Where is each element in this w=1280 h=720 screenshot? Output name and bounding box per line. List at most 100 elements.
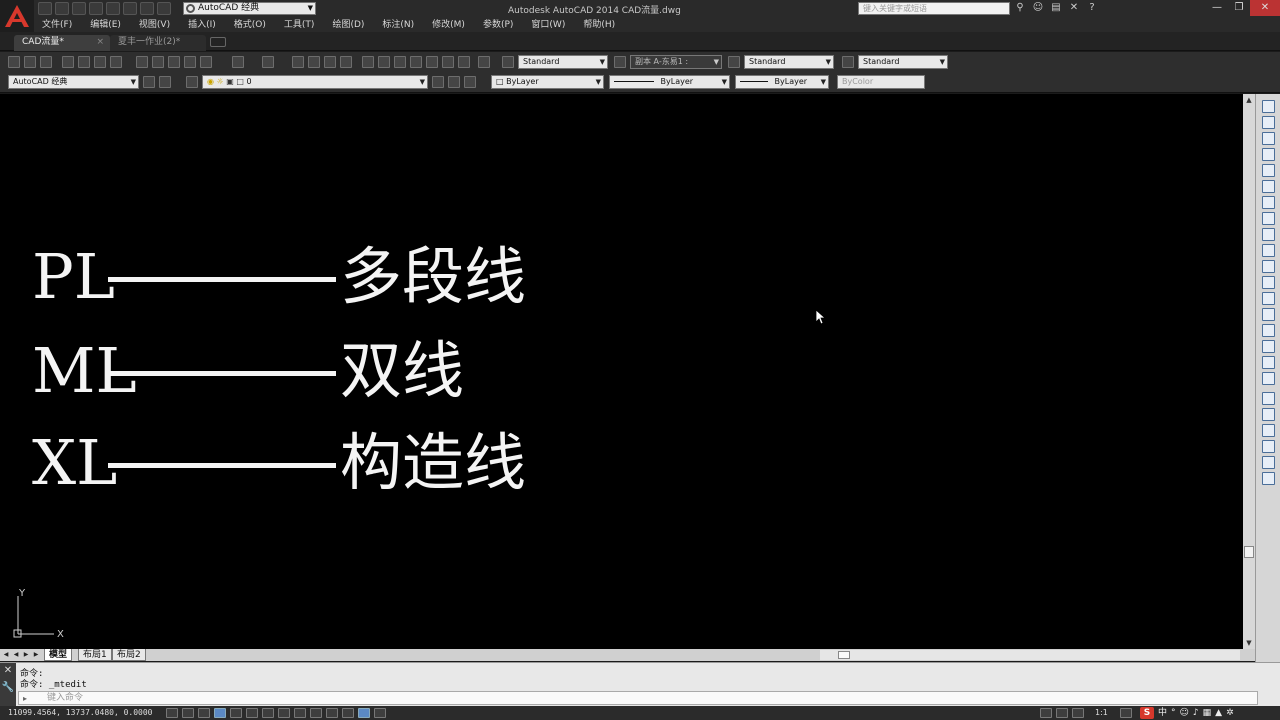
fillet-icon[interactable] (1262, 340, 1275, 353)
new-tab-icon[interactable] (210, 37, 226, 47)
help-icon[interactable]: ? (1086, 2, 1098, 14)
extend-icon[interactable] (1262, 260, 1275, 273)
text-style-icon[interactable] (502, 56, 514, 68)
drawing-canvas[interactable]: PL 多段线 ML 双线 XL 构造线 Y X (0, 94, 1243, 649)
layer-manager-icon[interactable] (186, 76, 198, 88)
scale-icon[interactable] (1262, 212, 1275, 225)
tab-layout2[interactable]: 布局2 (112, 649, 146, 661)
next-layout-icon[interactable]: ▶ (22, 650, 30, 660)
tab-layout1[interactable]: 布局1 (78, 649, 112, 661)
save-icon[interactable] (40, 56, 52, 68)
menu-insert[interactable]: 插入(I) (179, 18, 225, 32)
open-icon[interactable] (55, 2, 69, 15)
tool-palettes-icon[interactable] (394, 56, 406, 68)
3dosnap-icon[interactable] (262, 708, 274, 718)
cut-icon[interactable] (136, 56, 148, 68)
properties-icon[interactable] (362, 56, 374, 68)
tab-cad-liuliang[interactable]: CAD流量* × (14, 35, 110, 51)
menu-draw[interactable]: 绘图(D) (323, 18, 373, 32)
model-space-icon[interactable] (1040, 708, 1052, 718)
user-icon[interactable]: ☺ (1032, 2, 1044, 14)
plot-preview-icon[interactable] (78, 56, 90, 68)
osnap-icon[interactable] (246, 708, 258, 718)
vertical-scrollbar[interactable]: ▲ ▼ (1243, 94, 1255, 649)
publish-icon[interactable] (94, 56, 106, 68)
layer-select[interactable]: ◉ ☼ ▣ □ 0 ▼ (202, 75, 428, 89)
ime-language[interactable]: 中 (1158, 707, 1167, 719)
explode-icon[interactable] (1262, 372, 1275, 385)
layer-state-icon[interactable] (464, 76, 476, 88)
mtext-row-pl[interactable]: PL 多段线 (32, 242, 526, 312)
text-style-select[interactable]: Standard ▼ (518, 55, 608, 69)
coordinate-readout[interactable]: 11099.4564, 13737.0480, 0.0000 (8, 708, 153, 717)
new-icon[interactable] (38, 2, 52, 15)
annotation-scale-icon[interactable] (1072, 708, 1084, 718)
prev-layout-icon[interactable]: ◀ (12, 650, 20, 660)
hatch-to-back-icon[interactable] (1262, 472, 1275, 485)
sheet-set-icon[interactable] (410, 56, 422, 68)
grid-icon[interactable] (198, 708, 210, 718)
ortho-icon[interactable] (214, 708, 226, 718)
ime-shirt-icon[interactable]: ▲ (1215, 707, 1222, 719)
close-icon[interactable]: ✕ (1250, 0, 1280, 16)
stretch-icon[interactable] (1262, 228, 1275, 241)
menu-tools[interactable]: 工具(T) (275, 18, 324, 32)
publish-icon[interactable] (123, 2, 137, 15)
mleader-style-icon[interactable] (842, 56, 854, 68)
mirror-icon[interactable] (1262, 132, 1275, 145)
quickcalc-icon[interactable] (442, 56, 454, 68)
sogou-logo-icon[interactable]: S (1140, 707, 1154, 719)
zoom-realtime-icon[interactable] (308, 56, 320, 68)
close-icon[interactable]: ✕ (0, 665, 16, 676)
redo-icon[interactable] (157, 2, 171, 15)
3d-print-icon[interactable] (110, 56, 122, 68)
blend-curves-icon[interactable] (1262, 356, 1275, 369)
pan-icon[interactable] (292, 56, 304, 68)
ime-punctuation-icon[interactable]: ° (1171, 707, 1176, 719)
copy-icon[interactable] (152, 56, 164, 68)
workspace-settings-icon[interactable] (143, 76, 155, 88)
break-icon[interactable] (1262, 292, 1275, 305)
draworder-below-icon[interactable] (1262, 440, 1275, 453)
offset-icon[interactable] (1262, 148, 1275, 161)
annotation-visibility-icon[interactable] (1120, 708, 1132, 718)
lwt-icon[interactable] (326, 708, 338, 718)
menu-parametric[interactable]: 参数(P) (474, 18, 522, 32)
polar-icon[interactable] (230, 708, 242, 718)
qp-icon[interactable] (358, 708, 370, 718)
search-icon[interactable]: ⚲ (1014, 2, 1026, 14)
sc-icon[interactable] (374, 708, 386, 718)
workspace-dropdown[interactable]: AutoCAD 经典 ▼ (183, 2, 316, 15)
scroll-up-icon[interactable]: ▲ (1243, 94, 1255, 106)
erase-icon[interactable] (1262, 100, 1275, 113)
dim-style-icon[interactable] (614, 56, 626, 68)
ime-tools-icon[interactable]: ✲ (1226, 707, 1234, 719)
join-icon[interactable] (1262, 308, 1275, 321)
wrench-icon[interactable]: 🔧 (0, 682, 16, 693)
layer-previous-icon[interactable] (448, 76, 460, 88)
plot-icon[interactable] (62, 56, 74, 68)
quick-view-layouts-icon[interactable] (1056, 708, 1068, 718)
command-window-handle[interactable]: ✕ 🔧 (0, 663, 16, 707)
zoom-previous-icon[interactable] (340, 56, 352, 68)
tpy-icon[interactable] (342, 708, 354, 718)
minimize-icon[interactable]: — (1206, 0, 1228, 16)
markup-icon[interactable] (426, 56, 438, 68)
trim-icon[interactable] (1262, 244, 1275, 257)
snap-icon[interactable] (182, 708, 194, 718)
plot-icon[interactable] (106, 2, 120, 15)
restore-icon[interactable]: ❐ (1228, 0, 1250, 16)
new-icon[interactable] (8, 56, 20, 68)
ime-emoji-icon[interactable]: ☺ (1180, 707, 1189, 719)
match-properties-icon[interactable] (200, 56, 212, 68)
workspace-save-icon[interactable] (159, 76, 171, 88)
design-center-icon[interactable] (378, 56, 390, 68)
break-at-point-icon[interactable] (1262, 276, 1275, 289)
calculator-icon[interactable] (458, 56, 470, 68)
save-icon[interactable] (72, 2, 86, 15)
help-icon[interactable] (478, 56, 490, 68)
paste-special-icon[interactable] (184, 56, 196, 68)
text-to-front-icon[interactable] (1262, 456, 1275, 469)
tab-xiafeng-homework[interactable]: 夏丰一作业(2)* (110, 35, 206, 51)
lineweight-select[interactable]: ByLayer ▼ (735, 75, 829, 89)
